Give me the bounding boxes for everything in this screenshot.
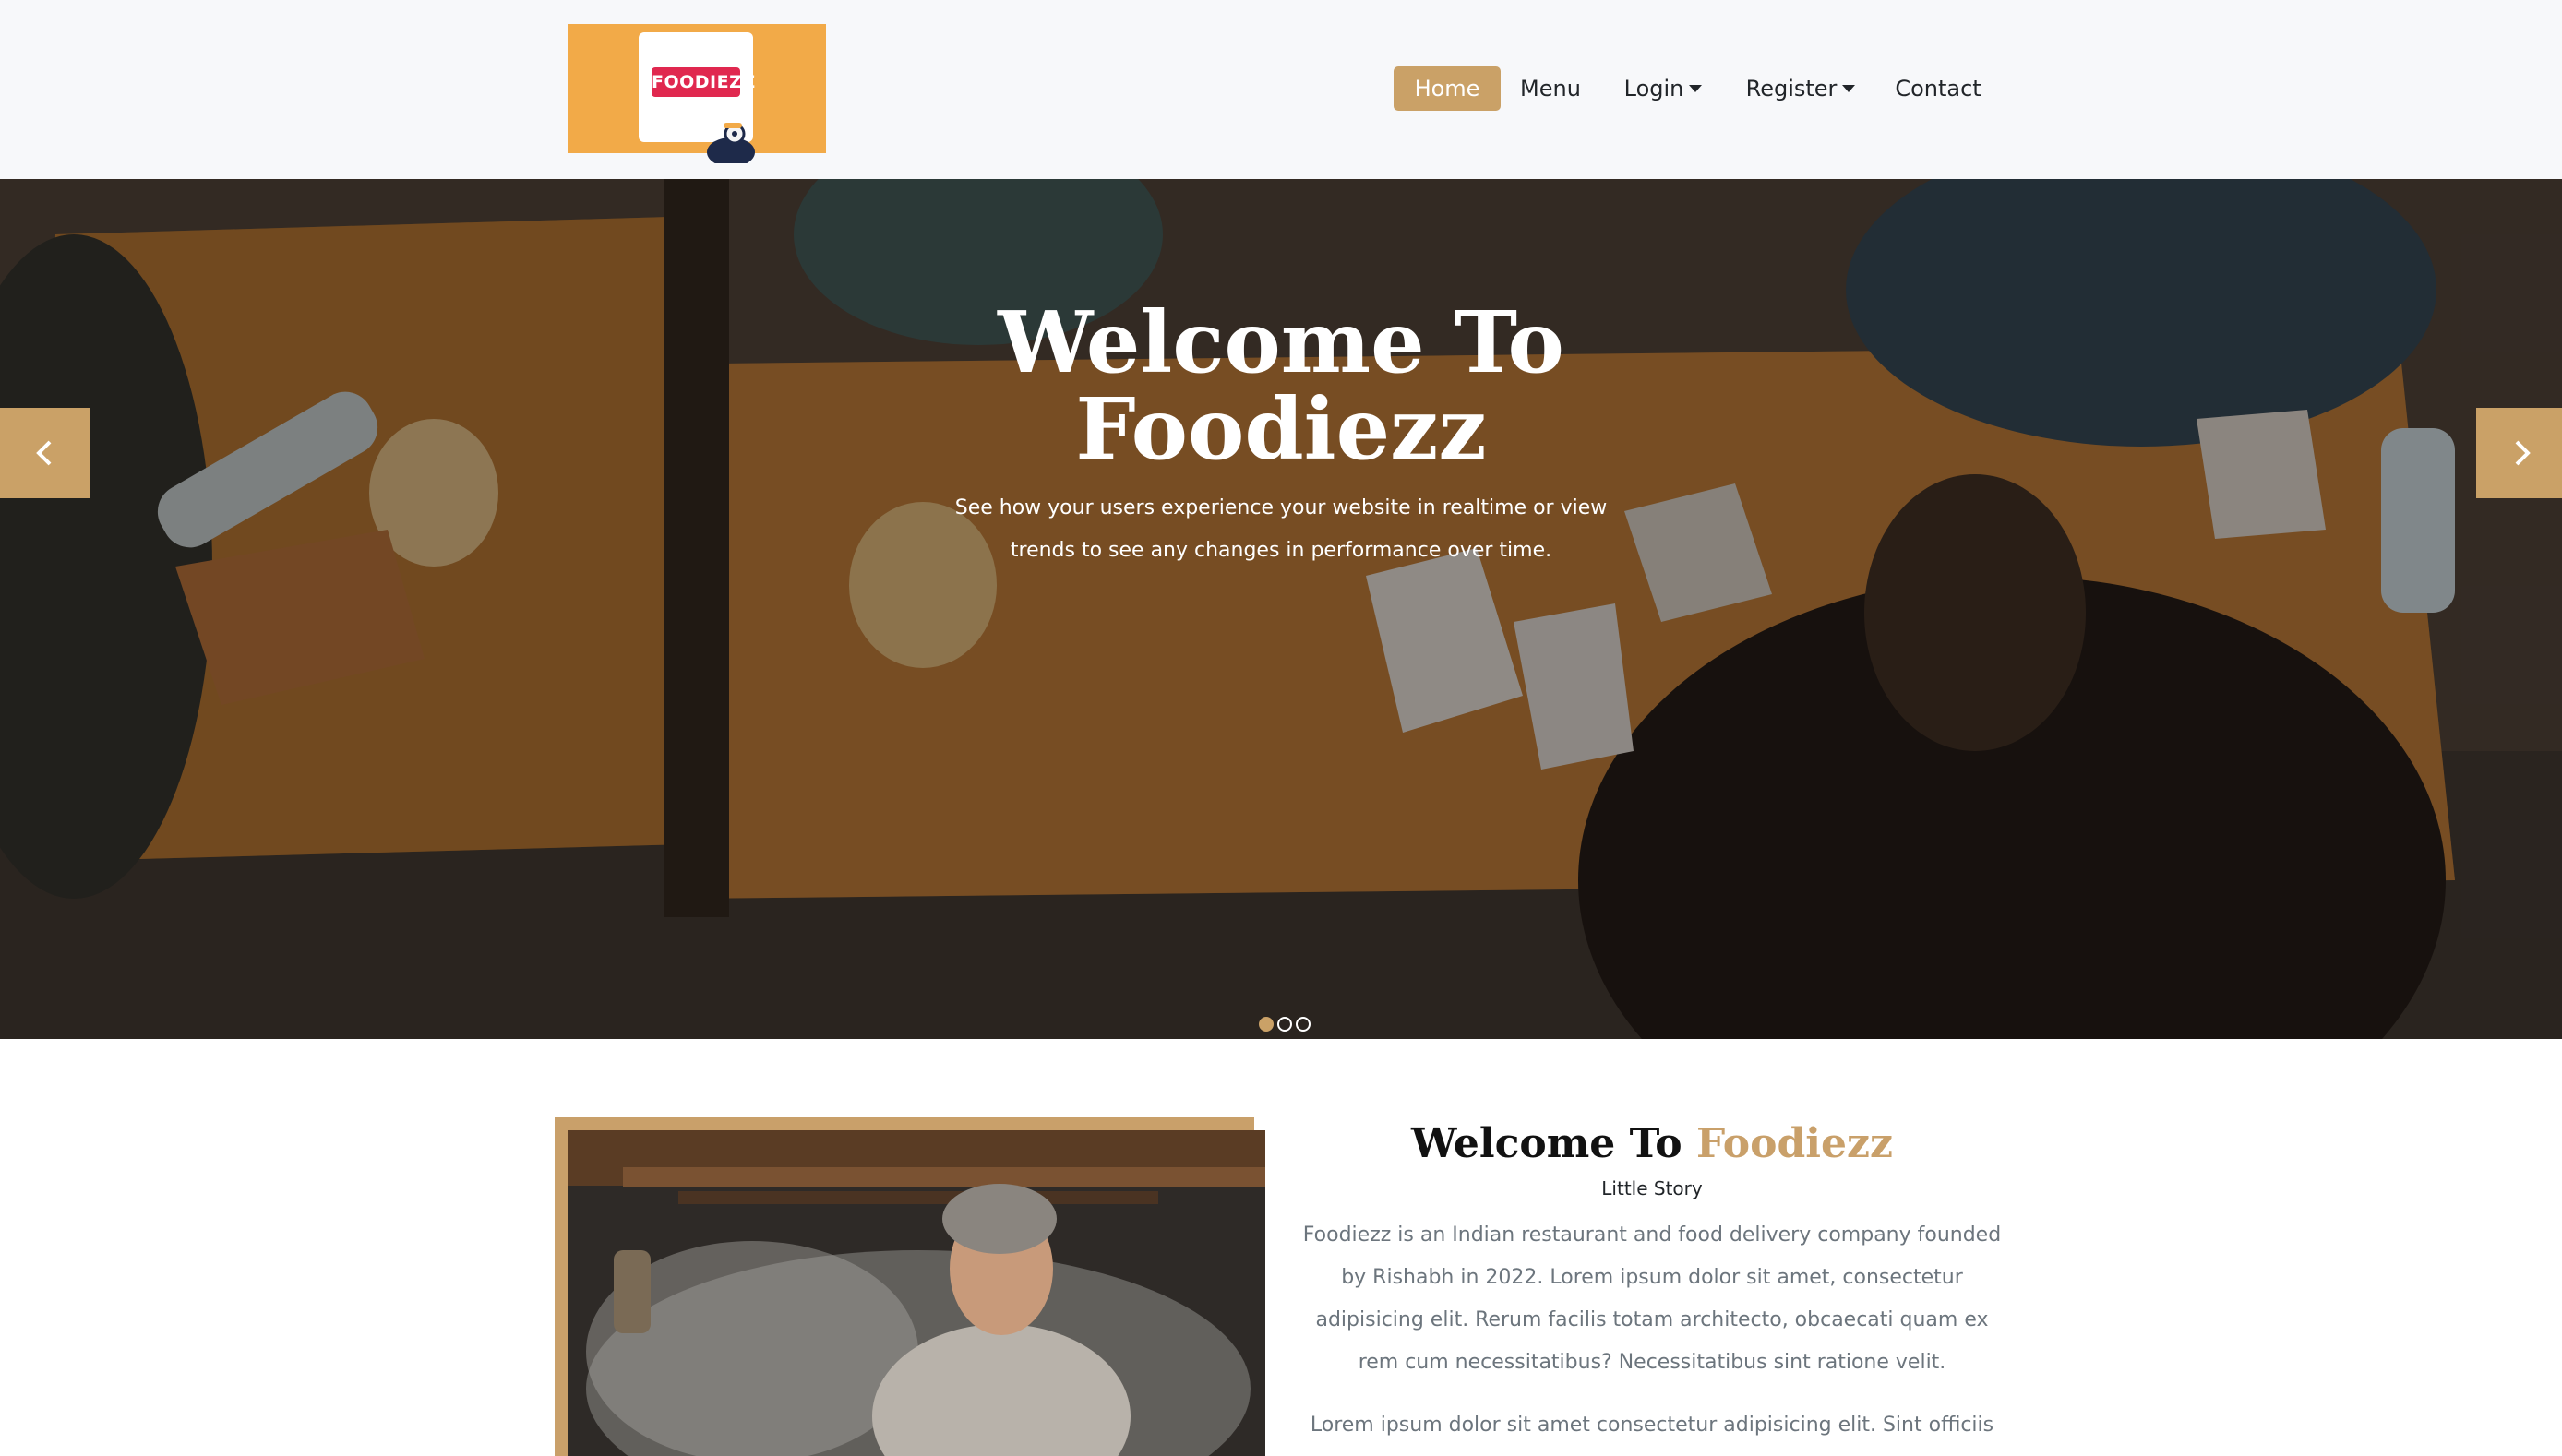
about-title-prefix: Welcome To bbox=[1411, 1120, 1682, 1167]
navbar: FOODIEZZ Home Menu Login Register Contac… bbox=[0, 0, 2562, 179]
carousel-prev-button[interactable] bbox=[0, 408, 90, 498]
hero-title: Welcome To Foodiezz bbox=[998, 292, 1564, 479]
nav-register-label: Register bbox=[1745, 76, 1838, 101]
main-nav: Home Menu Login Register Contact bbox=[0, 66, 2562, 111]
nav-home[interactable]: Home bbox=[1394, 66, 1501, 111]
about-paragraph-1: Foodiezz is an Indian restaurant and foo… bbox=[1302, 1223, 2002, 1374]
chevron-left-icon bbox=[36, 440, 52, 466]
carousel-dot-3[interactable] bbox=[1296, 1017, 1311, 1032]
carousel-dot-2[interactable] bbox=[1277, 1017, 1292, 1032]
about-paragraph-2: Lorem ipsum dolor sit amet consectetur a… bbox=[1310, 1414, 1994, 1437]
hero-subtitle: See how your users experience your websi… bbox=[954, 496, 1608, 562]
nav-menu[interactable]: Menu bbox=[1514, 66, 1587, 111]
carousel-next-button[interactable] bbox=[2476, 408, 2562, 498]
nav-login-label: Login bbox=[1623, 76, 1684, 101]
chef-mascot-icon bbox=[707, 123, 755, 163]
nav-contact[interactable]: Contact bbox=[1892, 66, 1984, 111]
carousel-dot-1[interactable] bbox=[1259, 1017, 1274, 1032]
caret-down-icon bbox=[1689, 85, 1703, 92]
about-title-accent: Foodiezz bbox=[1695, 1120, 1893, 1167]
about-subtitle: Little Story bbox=[1601, 1177, 1703, 1199]
nav-register[interactable]: Register bbox=[1744, 66, 1857, 111]
caret-down-icon bbox=[1842, 85, 1856, 92]
about-chef-photo bbox=[568, 1130, 1265, 1456]
chevron-right-icon bbox=[2515, 440, 2531, 466]
nav-login[interactable]: Login bbox=[1620, 66, 1706, 111]
hero-carousel: Welcome To Foodiezz See how your users e… bbox=[0, 179, 2562, 1039]
chef-photo-image bbox=[568, 1130, 1265, 1456]
about-title: Welcome To Foodiezz bbox=[1292, 1118, 2012, 1170]
